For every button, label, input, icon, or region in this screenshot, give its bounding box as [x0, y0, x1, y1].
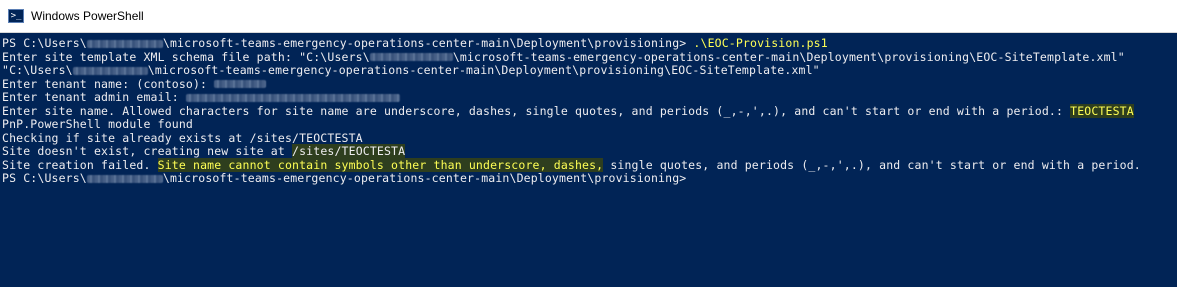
window-title: Windows PowerShell	[31, 9, 144, 23]
prompt-prefix: PS C:\Users\	[2, 36, 87, 50]
redacted-username	[86, 174, 163, 183]
prompt-prefix: PS C:\Users\	[2, 171, 87, 185]
powershell-icon: >_	[8, 9, 24, 23]
prompt-path: \microsoft-teams-emergency-operations-ce…	[162, 36, 694, 50]
console-line-10: Site creation failed. Site name cannot c…	[2, 157, 1177, 173]
console-line-3: "C:\Users\ \microsoft-teams-emergency-ope…	[2, 63, 1177, 78]
input-text: \microsoft-teams-emergency-operations-ce…	[452, 49, 1125, 64]
error-text: single quotes, and periods (_,-,',.), an…	[603, 157, 1141, 172]
redacted-username	[72, 66, 148, 75]
console-line-7: PnP.PowerShell module found	[2, 117, 193, 131]
powershell-window: >_ Windows PowerShell PS C:\Users\ \micro…	[0, 0, 1177, 287]
prompt-text: Enter site name. Allowed characters for …	[2, 103, 1071, 118]
console-output[interactable]: PS C:\Users\ \microsoft-teams-emergency-o…	[0, 33, 1177, 287]
redacted-username	[369, 53, 453, 61]
console-line-4: Enter tenant name: (contoso):	[2, 76, 1177, 92]
redacted-tenant-name	[214, 80, 267, 88]
site-url: /sites/TEOCTESTA	[292, 144, 406, 158]
prompt-text: Enter tenant name: (contoso):	[2, 76, 215, 91]
console-line-8: Checking if site already exists at /site…	[2, 130, 363, 145]
output-text: "C:\Users\	[2, 63, 73, 77]
output-text: Site doesn't exist, creating new site at	[2, 144, 293, 158]
redacted-admin-email	[185, 93, 400, 102]
console-line-5: Enter tenant admin email:	[2, 90, 1177, 105]
title-bar[interactable]: >_ Windows PowerShell	[0, 0, 1177, 33]
prompt-text: Enter tenant admin email:	[2, 90, 186, 104]
console-line-1: PS C:\Users\ \microsoft-teams-emergency-o…	[2, 36, 1177, 51]
command-text: .\EOC-Provision.ps1	[693, 36, 828, 50]
prompt-path: \microsoft-teams-emergency-operations-ce…	[162, 171, 687, 185]
console-line-6: Enter site name. Allowed characters for …	[2, 103, 1177, 119]
console-line-9: Site doesn't exist, creating new site at…	[2, 144, 1177, 159]
redacted-username	[86, 39, 163, 48]
console-line-2: Enter site template XML schema file path…	[2, 49, 1177, 65]
console-line-11: PS C:\Users\ \microsoft-teams-emergency-o…	[2, 171, 1177, 186]
highlighted-error: Site name cannot contain symbols other t…	[157, 157, 604, 172]
output-text: \microsoft-teams-emergency-operations-ce…	[147, 63, 820, 77]
site-name-input: TEOCTESTA	[1070, 103, 1134, 118]
error-text: Site creation failed.	[2, 157, 158, 172]
prompt-text: Enter site template XML schema file path…	[2, 49, 370, 64]
